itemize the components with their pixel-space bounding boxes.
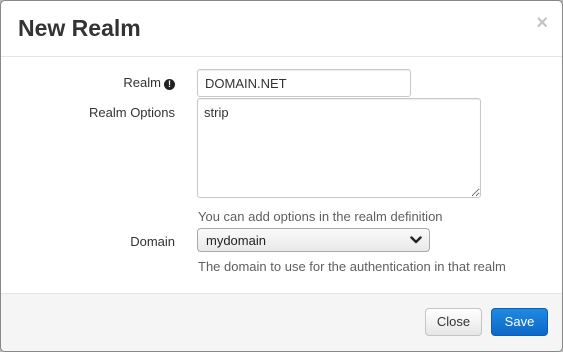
info-circle-icon[interactable]: ! — [164, 79, 175, 90]
realm-input[interactable] — [197, 69, 411, 97]
realm-options-label: Realm Options — [89, 105, 175, 120]
close-icon[interactable]: × — [536, 13, 548, 33]
new-realm-dialog: New Realm × Realm! Realm Options strip Y… — [0, 0, 563, 352]
domain-help: The domain to use for the authentication… — [198, 259, 506, 274]
dialog-title: New Realm — [18, 15, 141, 41]
chevron-down-icon — [410, 236, 422, 244]
realm-options-textarea[interactable]: strip — [197, 98, 481, 198]
domain-select[interactable]: mydomain — [197, 228, 430, 252]
close-button[interactable]: Close — [425, 308, 482, 336]
domain-label: Domain — [130, 234, 175, 249]
realm-options-help: You can add options in the realm definit… — [198, 209, 443, 224]
dialog-header: New Realm × — [1, 1, 562, 57]
domain-select-value: mydomain — [206, 233, 266, 248]
save-button[interactable]: Save — [491, 308, 548, 336]
dialog-footer: Close Save — [1, 293, 562, 351]
realm-label-text: Realm — [123, 75, 161, 90]
realm-label: Realm! — [123, 75, 175, 91]
